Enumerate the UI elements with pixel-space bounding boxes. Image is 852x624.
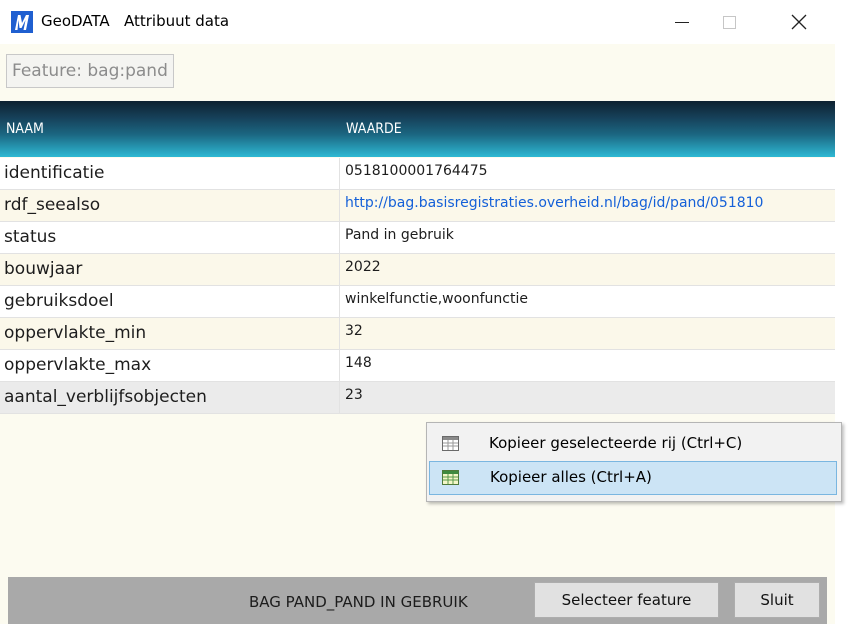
attribute-value: 0518100001764475 (345, 163, 488, 179)
menu-item-copy-all[interactable]: Kopieer alles (Ctrl+A) (429, 461, 837, 495)
geodata-logo-icon (11, 11, 33, 33)
maximize-button[interactable] (701, 0, 759, 44)
attribute-name: oppervlakte_max (4, 355, 152, 375)
table-row[interactable]: oppervlakte_max 148 (0, 350, 835, 382)
attribute-value: 32 (345, 323, 363, 339)
attribute-name: identificatie (4, 163, 105, 183)
table-row[interactable]: bouwjaar 2022 (0, 254, 835, 286)
attribute-value: winkelfunctie,woonfunctie (345, 291, 528, 307)
title-bar[interactable]: GeoDATA Attribuut data (0, 0, 835, 44)
table-row[interactable]: rdf_seealso http://bag.basisregistraties… (0, 190, 835, 222)
close-icon (791, 14, 807, 30)
attribute-name: status (4, 227, 57, 247)
table-row[interactable]: status Pand in gebruik (0, 222, 835, 254)
minimize-icon (675, 22, 689, 23)
column-header-name[interactable]: NAAM (6, 121, 44, 137)
attribute-name: rdf_seealso (4, 195, 101, 215)
menu-item-copy-selected-row[interactable]: Kopieer geselecteerde rij (Ctrl+C) (429, 427, 837, 461)
table-row[interactable]: gebruiksdoel winkelfunctie,woonfunctie (0, 286, 835, 318)
table-icon (442, 470, 459, 485)
attribute-name: gebruiksdoel (4, 291, 114, 311)
attribute-value: 148 (345, 355, 372, 371)
attribute-name: oppervlakte_min (4, 323, 147, 343)
table-row[interactable]: oppervlakte_min 32 (0, 318, 835, 350)
grid-header: NAAM WAARDE (0, 101, 835, 157)
close-window-button[interactable] (770, 0, 828, 44)
attribute-window: GeoDATA Attribuut data Feature: bag:pand… (0, 0, 835, 624)
attribute-value: 23 (345, 387, 363, 403)
status-bar: BAG PAND_PAND IN GEBRUIK Selecteer featu… (8, 577, 827, 624)
column-header-value[interactable]: WAARDE (346, 121, 402, 137)
status-text: BAG PAND_PAND IN GEBRUIK (249, 593, 468, 611)
table-row[interactable]: identificatie 0518100001764475 (0, 158, 835, 190)
menu-item-label: Kopieer alles (Ctrl+A) (490, 468, 652, 486)
context-menu: Kopieer geselecteerde rij (Ctrl+C) Kopie… (426, 422, 842, 502)
attribute-value: Pand in gebruik (345, 227, 454, 243)
desktop-background (835, 0, 852, 624)
menu-item-label: Kopieer geselecteerde rij (Ctrl+C) (489, 434, 743, 452)
select-feature-button[interactable]: Selecteer feature (534, 582, 719, 618)
attribute-value: 2022 (345, 259, 381, 275)
attribute-name: bouwjaar (4, 259, 83, 279)
table-row-selected[interactable]: aantal_verblijfsobjecten 23 (0, 382, 835, 414)
window-title: GeoDATA Attribuut data (41, 12, 230, 30)
feature-label: Feature: bag:pand (6, 54, 174, 88)
maximize-icon (723, 16, 736, 29)
attribute-name: aantal_verblijfsobjecten (4, 387, 207, 407)
close-button[interactable]: Sluit (734, 582, 820, 618)
table-icon (442, 436, 459, 451)
attribute-value-link[interactable]: http://bag.basisregistraties.overheid.nl… (345, 195, 763, 211)
attribute-grid: NAAM WAARDE identificatie 05181000017644… (0, 101, 835, 427)
